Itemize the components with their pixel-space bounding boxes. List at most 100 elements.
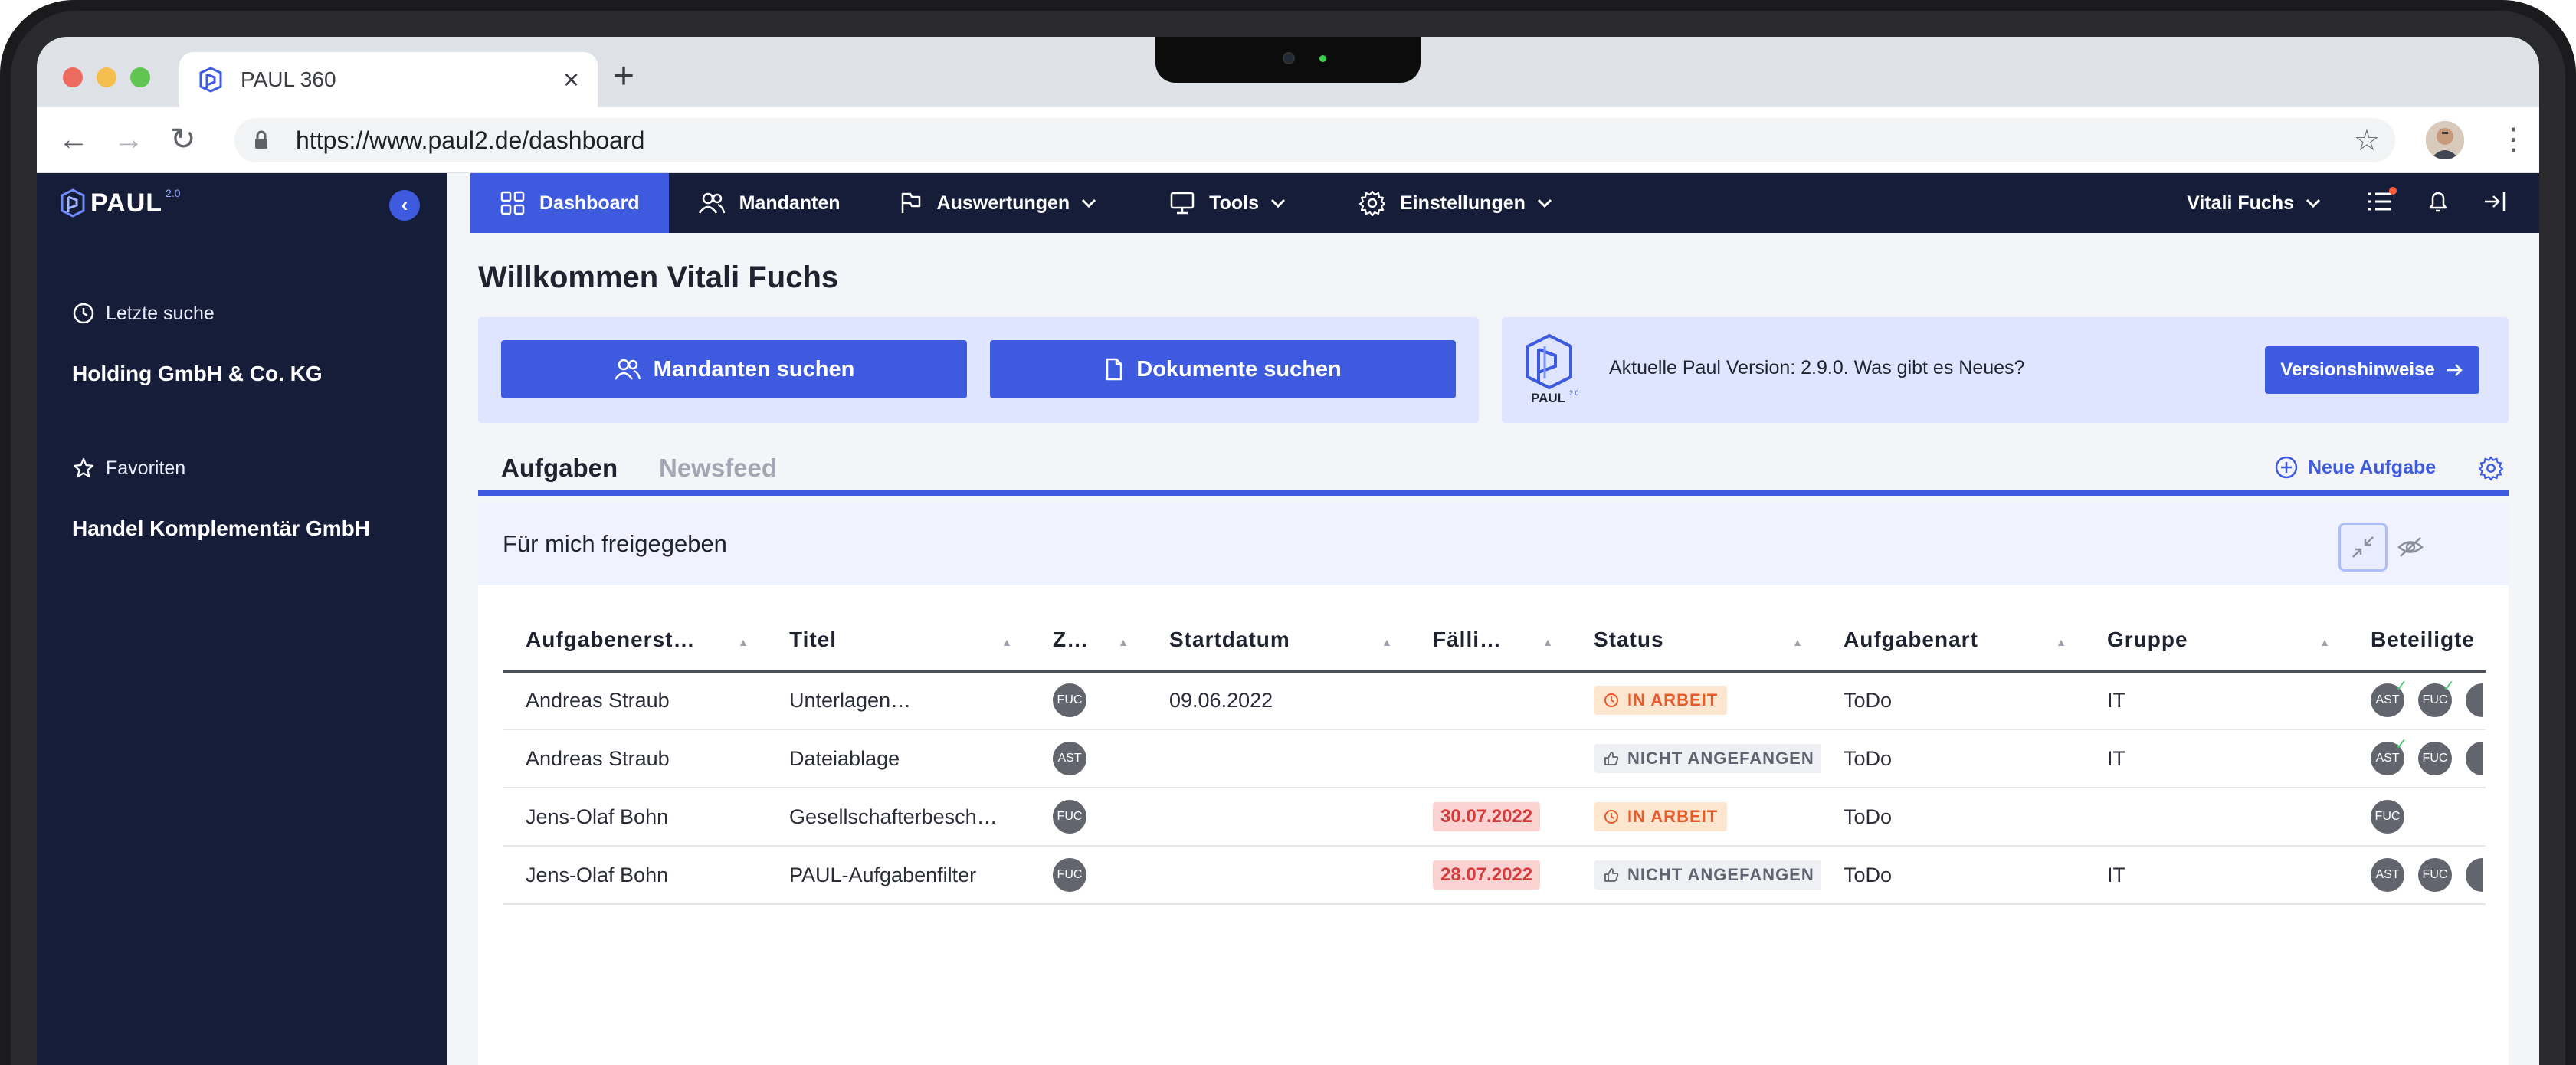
nav-auswertungen-label: Auswertungen [936,192,1070,214]
reload-icon[interactable]: ↻ [170,123,196,156]
col-header-label: Z… [1053,628,1090,652]
status-badge: NICHT ANGEFANGEN [1594,744,1821,773]
logout-button[interactable] [2483,189,2509,218]
new-tab-icon[interactable]: + [613,58,634,95]
version-info-text: Aktuelle Paul Version: 2.9.0. Was gibt e… [1609,357,2025,378]
gear-icon [1358,190,1386,217]
table-row[interactable]: Jens-Olaf Bohn PAUL-Aufgabenfilter FUC 2… [503,846,2486,905]
cell-type: ToDo [1821,788,2084,847]
col-header-label: Status [1594,628,1664,652]
url-bar[interactable]: https://www.paul2.de/dashboard ☆ [234,118,2395,162]
nav-mandanten[interactable]: Mandanten [669,173,870,233]
back-arrow-icon[interactable]: ← [58,123,89,156]
cell-start: 09.06.2022 [1146,671,1410,730]
col-header-status[interactable]: Status ▲ [1571,610,1821,673]
chevron-down-icon [1270,198,1286,208]
col-header-participants[interactable]: Beteiligte [2348,610,2486,673]
favorites-heading: Favoriten [72,457,185,480]
nav-einstellungen[interactable]: Einstellungen [1329,173,1596,233]
status-label: IN ARBEIT [1627,807,1719,826]
participant-avatar-overflow [2466,858,2483,892]
tab-newsfeed[interactable]: Newsfeed [659,454,777,483]
nav-tools-label: Tools [1209,192,1259,214]
task-list-button[interactable] [2366,186,2397,217]
col-header-due[interactable]: Fälli… ▲ [1410,610,1571,673]
forward-arrow-icon[interactable]: → [113,123,144,156]
new-task-label: Neue Aufgabe [2308,456,2437,478]
table-row[interactable]: Jens-Olaf Bohn Gesellschafterbesch… FUC … [503,788,2486,847]
nav-auswertungen[interactable]: Auswertungen [870,173,1141,233]
users-icon [614,359,641,380]
cell-type: ToDo [1821,846,2084,905]
status-badge: IN ARBEIT [1594,686,1728,716]
cell-type: ToDo [1821,729,2084,788]
star-icon [73,457,94,478]
nav-einstellungen-label: Einstellungen [1399,192,1526,214]
app: PAUL 2.0 ‹ Letzte suche Holding GmbH & C… [37,173,2539,1065]
col-header-creator[interactable]: Aufgabenerst… ▲ [503,610,766,673]
recent-search-label: Letzte suche [106,302,215,324]
col-header-title[interactable]: Titel ▲ [766,610,1030,673]
cell-title: Unterlagen… [766,671,1030,730]
browser-tab[interactable]: PAUL 360 × [179,52,598,107]
thumbs-up-icon [1604,868,1619,882]
col-header-label: Fälli… [1433,628,1503,652]
version-logo-sup: 2.0 [1569,389,1579,397]
window-maximize-icon[interactable] [130,67,150,87]
col-header-assignee[interactable]: Z… ▲ [1030,610,1146,673]
tab-close-icon[interactable]: × [563,66,579,93]
hide-card-button[interactable] [2386,523,2435,572]
sidebar-item-recent[interactable]: Holding GmbH & Co. KG [72,362,323,386]
nav-mandanten-label: Mandanten [739,192,841,214]
bookmark-star-icon[interactable]: ☆ [2354,123,2380,158]
col-header-start[interactable]: Startdatum ▲ [1146,610,1410,673]
search-clients-button[interactable]: Mandanten suchen [501,340,967,398]
col-header-group[interactable]: Gruppe ▲ [2084,610,2348,673]
window-minimize-icon[interactable] [97,67,116,87]
cell-group: IT [2084,846,2348,905]
sidebar-item-favorite[interactable]: Handel Komplementär GmbH [72,516,370,541]
nav-dashboard[interactable]: Dashboard [470,173,669,233]
document-icon [1106,358,1122,381]
new-task-button[interactable]: Neue Aufgabe [2274,455,2436,480]
cell-assignee: FUC [1030,788,1146,847]
users-icon [698,192,725,214]
user-menu[interactable]: Vitali Fuchs [2187,192,2322,215]
paul-logo[interactable]: PAUL 2.0 [60,187,181,218]
col-header-type[interactable]: Aufgabenart ▲ [1821,610,2084,673]
cell-title: Dateiablage [766,729,1030,788]
table-row[interactable]: Andreas Straub Unterlagen… FUC 09.06.202… [503,671,2486,730]
plus-circle-icon [2275,456,2298,479]
participant-initials: FUC [2422,868,2448,881]
cell-status: NICHT ANGEFANGEN [1571,729,1821,788]
release-notes-button[interactable]: Versionshinweise [2265,346,2479,394]
arrow-right-icon [2447,364,2463,376]
tab-aufgaben[interactable]: Aufgaben [501,454,618,483]
task-card-header: Für mich freigegeben [478,503,2509,585]
browser-menu-icon[interactable]: ⋮ [2498,124,2528,155]
collapse-card-button[interactable] [2338,523,2388,572]
due-date-overdue: 28.07.2022 [1433,860,1541,890]
notifications-button[interactable] [2426,188,2450,218]
camera-led-icon [1319,55,1326,62]
nav-tools[interactable]: Tools [1140,173,1329,233]
participant-avatar: AST [2371,858,2404,892]
cell-status: IN ARBEIT [1571,671,1821,730]
sort-icon: ▲ [1542,636,1554,648]
cell-status: IN ARBEIT [1571,788,1821,847]
cell-group: IT [2084,729,2348,788]
user-name: Vitali Fuchs [2187,192,2294,214]
cell-title: PAUL-Aufgabenfilter [766,846,1030,905]
participant-avatar: FUC [2418,858,2452,892]
table-header-row: Aufgabenerst… ▲ Titel ▲ Z… ▲ Startdatum ▲ Fä… [503,610,2486,673]
cell-creator: Jens-Olaf Bohn [503,846,766,905]
profile-avatar[interactable] [2426,121,2464,159]
window-close-icon[interactable] [63,67,83,87]
sort-icon: ▲ [738,636,749,648]
bell-icon [2429,192,2447,211]
cell-due: 30.07.2022 [1410,788,1571,847]
sidebar-collapse-button[interactable]: ‹ [389,190,420,221]
table-row[interactable]: Andreas Straub Dateiablage AST NICHT ANG… [503,729,2486,788]
search-documents-button[interactable]: Dokumente suchen [990,340,1456,398]
task-settings-button[interactable] [2478,455,2504,485]
